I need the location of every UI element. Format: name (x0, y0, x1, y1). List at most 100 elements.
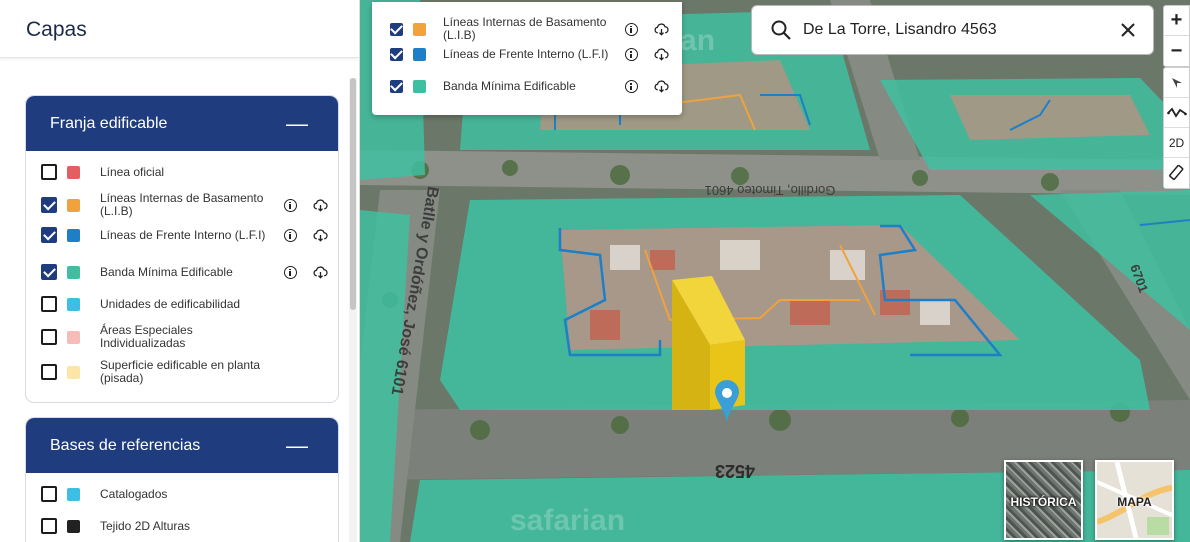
zoom-out-button[interactable]: − (1164, 36, 1189, 66)
info-icon[interactable] (284, 198, 297, 212)
legend-checkbox[interactable] (390, 48, 403, 61)
zoom-in-button[interactable]: + (1164, 6, 1189, 36)
active-layers-legend: Líneas Internas de Basamento (L.I.B) Lín… (372, 2, 682, 115)
ruler-icon (1168, 165, 1183, 180)
legend-row-lib[interactable]: Líneas Internas de Basamento (L.I.B) (390, 16, 675, 42)
layer-row-areas-especiales[interactable]: Áreas Especiales Individualizadas (41, 324, 331, 350)
layer-actions (284, 198, 328, 212)
color-swatch (67, 365, 80, 379)
color-swatch (413, 80, 426, 93)
color-swatch (67, 198, 80, 212)
layer-row-lfi[interactable]: Líneas de Frente Interno (L.F.I) (41, 227, 331, 243)
layer-checkbox[interactable] (41, 227, 57, 243)
layer-label: Líneas Internas de Basamento (L.I.B) (100, 191, 264, 218)
legend-label: Líneas de Frente Interno (L.F.I) (443, 47, 609, 61)
info-icon[interactable] (284, 265, 297, 279)
layer-checkbox[interactable] (41, 264, 57, 280)
close-icon[interactable] (1119, 21, 1137, 39)
layer-checkbox[interactable] (41, 329, 57, 345)
layer-checkbox[interactable] (41, 164, 57, 180)
collapse-minus-icon[interactable]: — (286, 434, 308, 457)
section-header-franja[interactable]: Franja edificable — (26, 96, 338, 151)
layer-label: Tejido 2D Alturas (100, 518, 191, 533)
color-swatch (67, 297, 80, 311)
info-icon[interactable] (284, 228, 297, 242)
sidebar-scrollbar[interactable] (349, 78, 357, 542)
section-header-bases[interactable]: Bases de referencias — (26, 418, 338, 473)
cloud-download-icon[interactable] (313, 265, 328, 279)
color-swatch (413, 22, 426, 36)
layer-label: Catalogados (100, 486, 168, 501)
legend-checkbox[interactable] (390, 22, 403, 36)
sidebar-header: Capas (0, 0, 359, 58)
legend-actions (625, 80, 669, 93)
collapse-minus-icon[interactable]: — (286, 112, 308, 135)
compass-icon (1171, 77, 1182, 88)
basemap-label: MAPA (1117, 495, 1152, 509)
legend-label: Banda Mínima Edificable (443, 79, 576, 93)
measure-button[interactable] (1164, 158, 1189, 188)
legend-checkbox[interactable] (390, 80, 403, 93)
scrollbar-thumb[interactable] (350, 78, 356, 310)
layer-actions (284, 265, 328, 279)
color-swatch (67, 265, 80, 279)
layer-row-banda[interactable]: Banda Mínima Edificable (41, 264, 331, 280)
compass-button[interactable] (1164, 68, 1189, 98)
street-label-bottom: 4523 (715, 461, 755, 481)
layer-label: Áreas Especiales Individualizadas (100, 323, 193, 350)
legend-row-lfi[interactable]: Líneas de Frente Interno (L.F.I) (390, 48, 675, 61)
color-swatch (67, 165, 80, 179)
info-icon[interactable] (625, 80, 638, 93)
legend-label: Líneas Internas de Basamento (L.I.B) (443, 15, 607, 42)
section-title: Bases de referencias (50, 436, 201, 454)
wave-line-icon (1166, 107, 1187, 118)
address-search-input[interactable] (803, 21, 1103, 39)
address-search-box (751, 5, 1154, 55)
layer-row-superficie[interactable]: Superficie edificable en planta (pisada) (41, 359, 331, 385)
layer-row-linea-oficial[interactable]: Línea oficial (41, 164, 331, 180)
layer-checkbox[interactable] (41, 197, 57, 213)
basemap-map-toggle[interactable]: MAPA (1095, 460, 1174, 540)
cloud-download-icon[interactable] (654, 48, 669, 61)
layer-checkbox[interactable] (41, 518, 57, 534)
view-2d-button[interactable]: 2D (1164, 128, 1189, 158)
legend-actions (625, 48, 669, 61)
layer-label: Superficie edificable en planta (pisada) (100, 358, 261, 385)
cloud-download-icon[interactable] (654, 22, 669, 36)
color-swatch (67, 519, 80, 533)
color-swatch (67, 330, 80, 344)
watermark-bottom: safarian (510, 504, 625, 537)
cloud-download-icon[interactable] (313, 228, 328, 242)
tilt-button[interactable] (1164, 98, 1189, 128)
legend-row-banda[interactable]: Banda Mínima Edificable (390, 80, 675, 93)
info-icon[interactable] (625, 22, 638, 36)
layer-row-tejido[interactable]: Tejido 2D Alturas (41, 518, 331, 534)
view-controls: 2D (1163, 67, 1190, 189)
color-swatch (67, 487, 80, 501)
layer-actions (284, 228, 328, 242)
layer-checkbox[interactable] (41, 486, 57, 502)
basemap-historic-toggle[interactable]: HISTÓRICA (1004, 460, 1083, 540)
layer-checkbox[interactable] (41, 296, 57, 312)
layer-label: Línea oficial (100, 164, 165, 179)
sidebar-title: Capas (26, 18, 87, 41)
layer-row-unidades[interactable]: Unidades de edificabilidad (41, 296, 331, 312)
basemap-label: HISTÓRICA (1010, 495, 1077, 509)
info-icon[interactable] (625, 48, 638, 61)
section-bases-referencias: Bases de referencias — Catalogados Tejid… (25, 417, 339, 542)
color-swatch (413, 48, 426, 61)
layer-checkbox[interactable] (41, 364, 57, 380)
layers-sidebar: Capas Franja edificable — Línea oficial … (0, 0, 360, 542)
layer-label: Líneas de Frente Interno (L.F.I) (100, 227, 266, 242)
section-title: Franja edificable (50, 114, 168, 132)
search-icon[interactable] (770, 19, 792, 41)
section-franja-edificable: Franja edificable — Línea oficial Líneas… (25, 95, 339, 403)
layer-label: Unidades de edificabilidad (100, 296, 241, 311)
layer-row-catalogados[interactable]: Catalogados (41, 486, 331, 502)
legend-actions (625, 22, 669, 36)
cloud-download-icon[interactable] (313, 198, 328, 212)
cloud-download-icon[interactable] (654, 80, 669, 93)
layer-row-lib[interactable]: Líneas Internas de Basamento (L.I.B) (41, 192, 331, 218)
street-label-top: Gordillo, Timoteo 4601 (705, 183, 836, 198)
layer-label: Banda Mínima Edificable (100, 264, 233, 279)
